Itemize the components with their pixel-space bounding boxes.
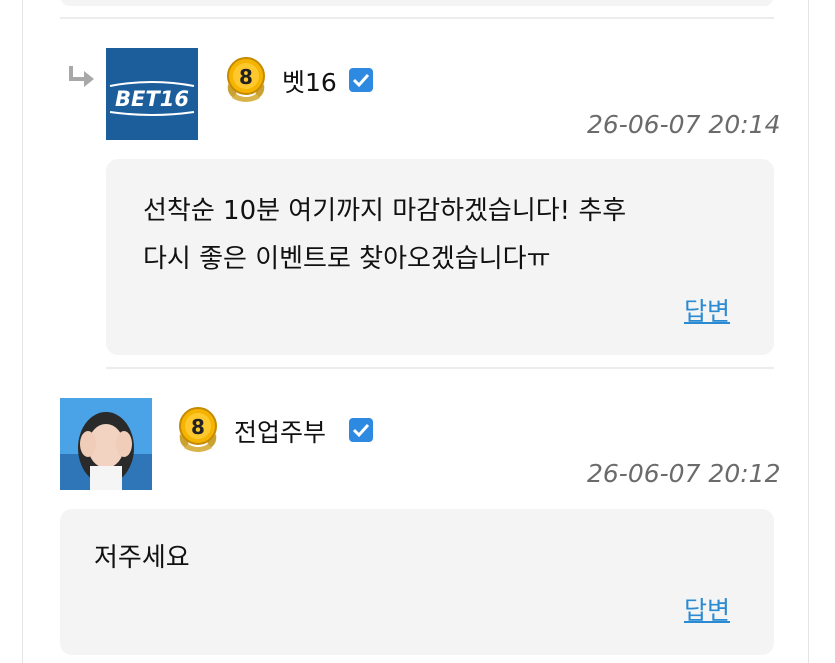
- bet16-logo-icon: BET16: [106, 48, 198, 140]
- comment-text-line: 선착순 10분 여기까지 마감하겠습니다! 추후: [143, 196, 627, 226]
- frame-border-left: [22, 0, 23, 663]
- avatar[interactable]: BET16: [106, 48, 198, 140]
- verified-check-icon: [349, 418, 373, 442]
- divider: [60, 17, 774, 19]
- reply-button[interactable]: 답변: [684, 292, 730, 328]
- comment-text-line: 저주세요: [94, 543, 190, 573]
- level-number: 8: [191, 415, 205, 439]
- previous-comment-bubble: [60, 0, 774, 6]
- username[interactable]: 벳16: [282, 63, 337, 99]
- reply-button[interactable]: 답변: [684, 591, 730, 627]
- level-badge-icon: 8: [227, 57, 265, 102]
- comment-timestamp: 26-06-07 20:14: [587, 110, 781, 139]
- divider: [106, 367, 774, 369]
- avatar-logo-text: BET16: [115, 87, 189, 111]
- level-badge-icon: 8: [179, 407, 217, 452]
- profile-photo-icon: [60, 398, 152, 490]
- verified-check-icon: [349, 68, 373, 92]
- username[interactable]: 전업주부: [234, 413, 326, 449]
- comment-bubble: 저주세요 답변: [60, 509, 774, 655]
- comment-bubble: 선착순 10분 여기까지 마감하겠습니다! 추후 다시 좋은 이벤트로 찾아오겠…: [106, 159, 774, 355]
- comment-text-line: 다시 좋은 이벤트로 찾아오겠습니다ㅠ: [143, 244, 551, 274]
- frame-border-right: [808, 0, 809, 663]
- avatar[interactable]: [60, 398, 152, 490]
- level-number: 8: [239, 65, 253, 89]
- comment-timestamp: 26-06-07 20:12: [587, 459, 781, 488]
- reply-arrow-icon: [69, 66, 94, 87]
